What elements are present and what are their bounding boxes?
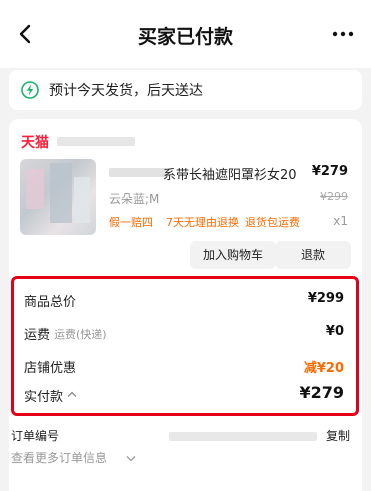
- shipping-fee-value: ¥0: [325, 324, 344, 339]
- shipping-estimate-text: 预计今天发货，后天送达: [49, 83, 203, 99]
- amount-paid-value: ¥279: [299, 383, 344, 402]
- add-to-cart-button[interactable]: 加入购物车: [190, 241, 276, 269]
- product-name[interactable]: 系带长袖遮阳罩衫女20: [163, 164, 297, 183]
- order-card: 天猫 系带长袖遮阳罩衫女20 ¥279 云朵蓝;M ¥299 假一赔四 7天无理…: [9, 119, 362, 491]
- product-quantity: x1: [333, 214, 348, 228]
- shipping-estimate-banner: 预计今天发货，后天送达: [9, 70, 362, 110]
- product-name-blurred: [109, 168, 167, 177]
- shipping-fee-note: 运费(快递): [54, 328, 107, 341]
- order-number-label: 订单编号: [11, 429, 60, 443]
- copy-order-number-button[interactable]: 复制: [326, 427, 350, 444]
- page-title: 买家已付款: [137, 26, 233, 48]
- goods-total-value: ¥299: [307, 291, 344, 306]
- service-tag: 退货包运费: [245, 216, 300, 229]
- product-original-price: ¥299: [320, 190, 348, 203]
- product-price: ¥279: [311, 164, 348, 179]
- product-sku: 云朵蓝;M: [109, 192, 160, 206]
- price-summary: 商品总价 ¥299 运费 运费(快递) ¥0 店铺优惠 减¥20 实付款 ¥27…: [11, 276, 359, 416]
- lightning-icon: [21, 81, 39, 99]
- refund-button[interactable]: 退款: [275, 241, 351, 269]
- order-number-blurred: [169, 432, 317, 441]
- store-discount-label: 店铺优惠: [24, 361, 77, 376]
- store-discount-value: 减¥20: [303, 361, 344, 376]
- chevron-down-icon[interactable]: [126, 455, 136, 463]
- more-options-icon[interactable]: [331, 24, 355, 44]
- amount-paid-label[interactable]: 实付款: [24, 386, 63, 405]
- service-tag: 假一赔四: [109, 216, 153, 229]
- goods-total-label: 商品总价: [24, 295, 77, 310]
- product-thumbnail[interactable]: [20, 159, 96, 235]
- service-tag: 7天无理由退换: [166, 216, 239, 229]
- shipping-fee-label: 运费: [24, 328, 51, 343]
- store-name-blurred[interactable]: [57, 137, 135, 146]
- more-order-info-link[interactable]: 查看更多订单信息: [11, 449, 107, 466]
- tmall-logo: 天猫: [21, 135, 49, 151]
- chevron-up-icon[interactable]: [67, 390, 77, 398]
- top-bar: 买家已付款: [0, 0, 371, 68]
